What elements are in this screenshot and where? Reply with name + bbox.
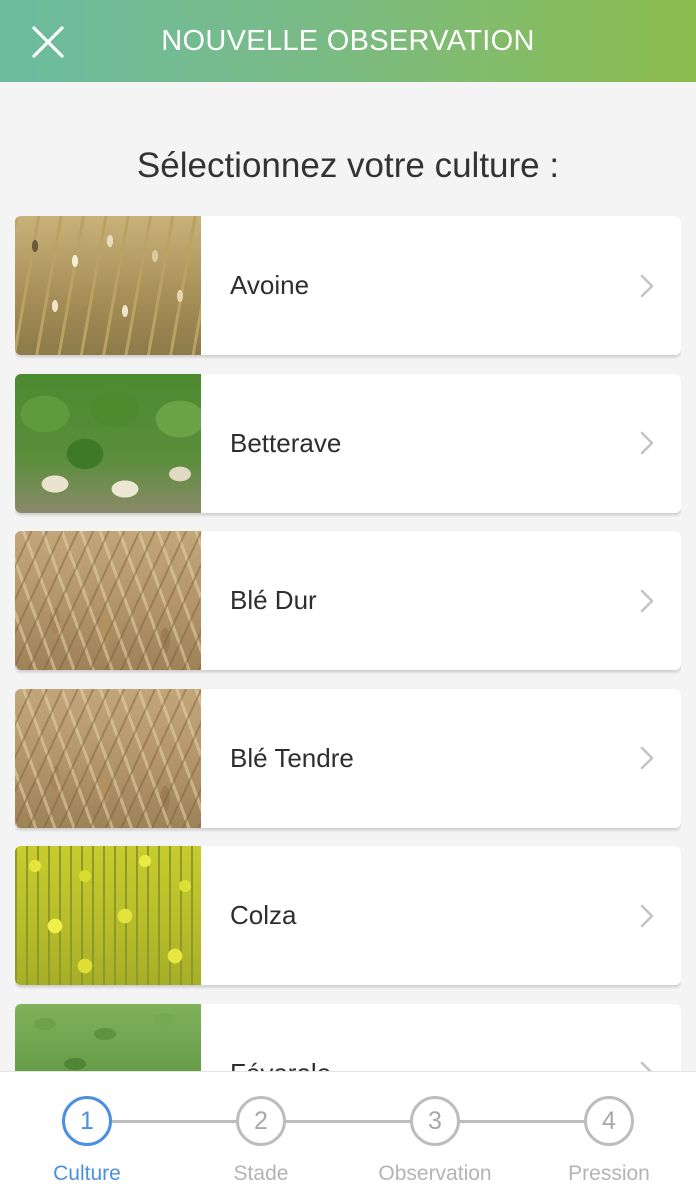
culture-prompt: Sélectionnez votre culture : — [136, 146, 560, 185]
close-button[interactable] — [30, 24, 66, 60]
culture-label: Blé Dur — [230, 585, 317, 615]
step-culture[interactable]: 1 Culture — [12, 1072, 162, 1200]
step-label: Stade — [233, 1162, 289, 1185]
chevron-right-icon — [640, 1061, 652, 1071]
culture-item-betterave[interactable]: Betterave — [15, 373, 681, 513]
page-title: NOUVELLE OBSERVATION — [161, 24, 535, 57]
step-label: Pression — [568, 1162, 650, 1185]
chevron-right-icon — [640, 274, 654, 297]
culture-label: Betterave — [230, 427, 342, 458]
culture-label: Blé Tendre — [230, 742, 354, 773]
step-number: 2 — [236, 1096, 286, 1146]
ble-tendre-image — [15, 688, 201, 828]
avoine-image — [15, 216, 201, 355]
culture-label: Avoine — [230, 270, 310, 300]
step-label: Observation — [378, 1162, 492, 1185]
feverole-image — [15, 1003, 201, 1071]
step-label: Culture — [53, 1162, 121, 1185]
chevron-right-icon — [640, 589, 654, 612]
step-number: 4 — [584, 1096, 634, 1146]
culture-item-ble-tendre[interactable]: Blé Tendre — [15, 688, 681, 828]
chevron-right-icon — [640, 431, 654, 455]
chevron-right-icon — [640, 904, 654, 927]
culture-list: Avoine Betterave Blé Dur Blé Tendre Colz… — [15, 216, 681, 1071]
culture-item-feverole[interactable]: Féverole — [15, 1003, 681, 1072]
close-icon — [32, 26, 64, 58]
app-header: NOUVELLE OBSERVATION — [0, 0, 696, 82]
colza-image — [15, 846, 201, 985]
culture-label: Féverole — [230, 1058, 331, 1072]
chevron-right-icon — [640, 746, 654, 770]
ble-dur-image — [15, 531, 201, 670]
betterave-image — [15, 373, 201, 513]
culture-item-ble-dur[interactable]: Blé Dur — [15, 531, 681, 670]
step-stade[interactable]: 2 Stade — [186, 1072, 336, 1200]
step-pression[interactable]: 4 Pression — [534, 1072, 684, 1200]
culture-item-colza[interactable]: Colza — [15, 846, 681, 985]
step-number: 1 — [62, 1096, 112, 1146]
progress-stepper: 1 Culture 2 Stade 3 Observation 4 Pressi… — [0, 1071, 696, 1200]
step-observation[interactable]: 3 Observation — [360, 1072, 510, 1200]
culture-label: Colza — [230, 900, 297, 930]
culture-item-avoine[interactable]: Avoine — [15, 216, 681, 355]
step-number: 3 — [410, 1096, 460, 1146]
